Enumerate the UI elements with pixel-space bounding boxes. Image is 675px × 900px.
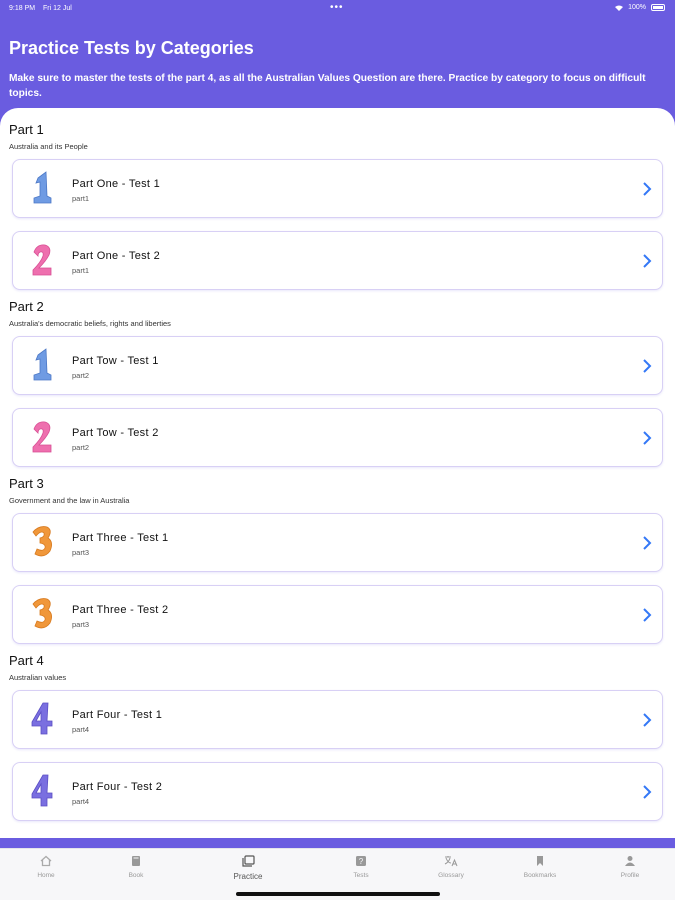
tab-label: Home <box>37 872 55 879</box>
page-subtitle: Make sure to master the tests of the par… <box>9 73 646 99</box>
test-subtitle: part4 <box>72 725 90 734</box>
test-card[interactable]: Part Three - Test 1 part3 <box>12 513 663 572</box>
svg-text:?: ? <box>359 857 364 866</box>
chevron-right-icon <box>643 254 652 268</box>
tab-glossary[interactable]: Glossary <box>416 855 486 879</box>
chevron-right-icon <box>643 359 652 373</box>
tests-icon: ? <box>356 856 366 866</box>
test-title: Part One - Test 2 <box>72 250 161 262</box>
section-description: Australian values <box>9 673 67 682</box>
tab-label: Book <box>128 872 144 879</box>
chevron-right-icon <box>643 713 652 727</box>
tab-label: Glossary <box>438 872 464 879</box>
status-time: 9:18 PM <box>9 5 36 12</box>
chevron-right-icon <box>643 608 652 622</box>
test-subtitle: part2 <box>72 443 90 452</box>
tab-tests[interactable]: ? Tests <box>326 855 396 879</box>
test-title: Part Tow - Test 2 <box>72 427 159 439</box>
test-title: Part Four - Test 1 <box>72 709 163 721</box>
test-title: Part Tow - Test 1 <box>72 355 159 367</box>
test-card[interactable]: Part One - Test 1 part1 <box>12 159 663 218</box>
test-title: Part Three - Test 2 <box>72 604 169 616</box>
tab-label: Profile <box>620 872 640 879</box>
tab-practice[interactable]: Practice <box>213 855 283 881</box>
bookmark-icon <box>537 856 543 866</box>
status-date: Fri 12 Jul <box>43 5 72 12</box>
profile-icon <box>625 856 635 866</box>
wifi-icon <box>615 5 624 11</box>
number-two-icon <box>32 244 52 276</box>
section-title: Part 2 <box>9 299 44 314</box>
test-subtitle: part1 <box>72 266 90 275</box>
chevron-right-icon <box>643 785 652 799</box>
section-description: Australia's democratic beliefs, rights a… <box>9 319 171 328</box>
number-one-icon <box>33 348 52 381</box>
test-card[interactable]: Part Tow - Test 1 part2 <box>12 336 663 395</box>
test-title: Part Three - Test 1 <box>72 532 169 544</box>
test-title: Part One - Test 1 <box>72 178 161 190</box>
battery-icon <box>651 4 665 11</box>
home-icon <box>40 855 52 867</box>
tab-label: Bookmarks <box>523 872 557 879</box>
number-three-icon <box>32 526 52 557</box>
section-title: Part 3 <box>9 476 44 491</box>
section-title: Part 4 <box>9 653 44 668</box>
number-four-icon <box>31 774 53 807</box>
test-title: Part Four - Test 2 <box>72 781 163 793</box>
test-card[interactable]: Part Four - Test 2 part4 <box>12 762 663 821</box>
test-card[interactable]: Part One - Test 2 part1 <box>12 231 663 290</box>
section-description: Government and the law in Australia <box>9 496 130 505</box>
battery-percent: 100% <box>628 4 646 11</box>
practice-icon <box>241 855 255 867</box>
test-subtitle: part2 <box>72 371 90 380</box>
tab-label: Practice <box>233 872 263 881</box>
tab-profile[interactable]: Profile <box>595 855 665 879</box>
test-subtitle: part4 <box>72 797 90 806</box>
number-three-icon <box>32 598 52 629</box>
translate-icon <box>444 856 458 867</box>
status-bar: 9:18 PM Fri 12 Jul ••• 100% <box>0 0 675 16</box>
section-title: Part 1 <box>9 122 44 137</box>
section-description: Australia and its People <box>9 142 88 151</box>
test-subtitle: part3 <box>72 548 90 557</box>
tab-home[interactable]: Home <box>11 855 81 879</box>
home-indicator[interactable] <box>236 892 440 896</box>
chevron-right-icon <box>643 536 652 550</box>
number-one-icon <box>33 171 52 204</box>
book-icon <box>132 856 140 866</box>
tab-label: Tests <box>353 872 369 879</box>
test-subtitle: part3 <box>72 620 90 629</box>
multitasking-dots[interactable]: ••• <box>330 2 344 13</box>
test-subtitle: part1 <box>72 194 90 203</box>
content-footer-strip <box>0 838 675 848</box>
chevron-right-icon <box>643 182 652 196</box>
number-four-icon <box>31 702 53 735</box>
number-two-icon <box>32 421 52 453</box>
tab-bookmarks[interactable]: Bookmarks <box>505 855 575 879</box>
test-card[interactable]: Part Tow - Test 2 part2 <box>12 408 663 467</box>
categories-list[interactable]: Part 1 Australia and its People Part One… <box>0 108 675 838</box>
test-card[interactable]: Part Three - Test 2 part3 <box>12 585 663 644</box>
chevron-right-icon <box>643 431 652 445</box>
tab-book[interactable]: Book <box>101 855 171 879</box>
page-title: Practice Tests by Categories <box>9 38 254 58</box>
test-card[interactable]: Part Four - Test 1 part4 <box>12 690 663 749</box>
